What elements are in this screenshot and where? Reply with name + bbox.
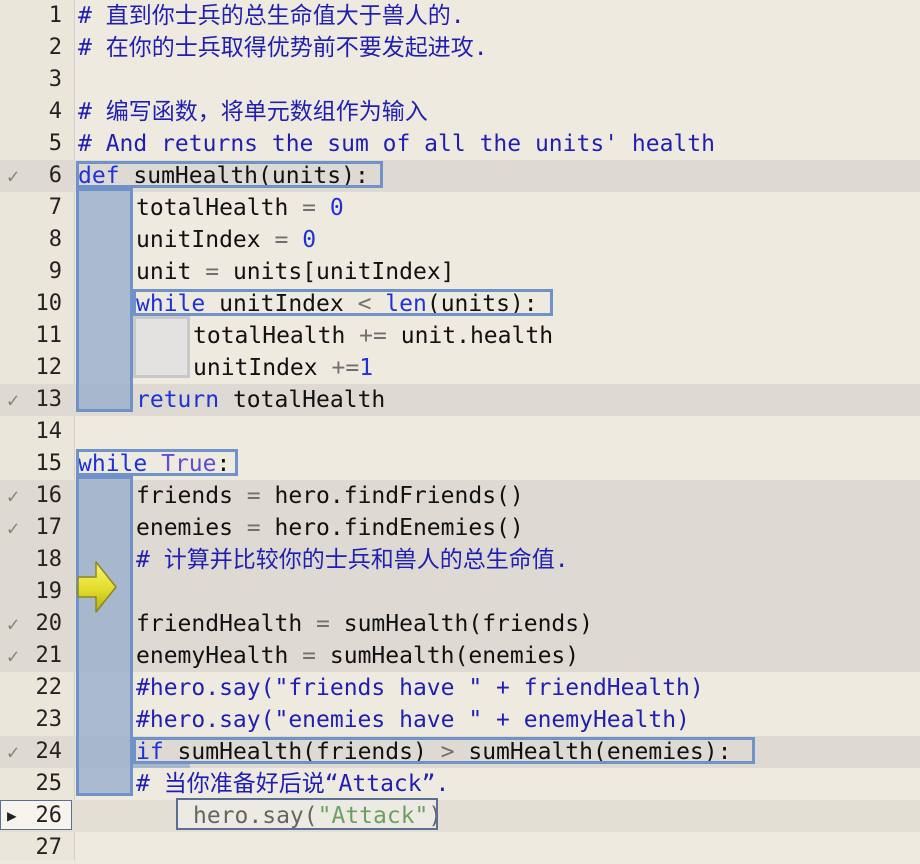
main-loop-header <box>76 449 238 476</box>
line-number: 13 <box>35 387 63 412</box>
code-line[interactable]: ✓ 20 friendHealth = sumHealth(friends) <box>0 608 920 640</box>
code-line[interactable]: 27 <box>0 832 920 864</box>
line-number: 25 <box>35 771 63 796</box>
line-number: 27 <box>35 835 63 860</box>
line-number: 19 <box>35 579 63 604</box>
line-code[interactable]: unitIndex = 0 <box>136 225 316 255</box>
line-code[interactable]: enemyHealth = sumHealth(enemies) <box>136 641 579 671</box>
line-number: 18 <box>35 547 63 572</box>
line-number: 8 <box>48 227 62 252</box>
current-statement-box <box>176 798 438 830</box>
line-code[interactable]: # 当你准备好后说“Attack”. <box>136 769 449 799</box>
code-line[interactable]: 4 # 编写函数，将单元数组作为输入 <box>0 96 920 128</box>
line-number: 21 <box>35 643 63 668</box>
line-code[interactable]: unit = units[unitIndex] <box>136 257 455 287</box>
line-number: 6 <box>48 163 62 188</box>
code-line[interactable]: ✓ 16 friends = hero.findFriends() <box>0 480 920 512</box>
line-number: 3 <box>48 67 62 92</box>
code-line[interactable]: ▶ 26 hero.say("Attack") <box>0 800 920 832</box>
line-number: 2 <box>48 35 62 60</box>
line-number: 7 <box>48 195 62 220</box>
line-number: 12 <box>35 355 63 380</box>
code-line[interactable]: 19 <box>0 576 920 608</box>
line-number: 26 <box>35 803 63 828</box>
yellow-arrow-icon <box>76 558 118 620</box>
def-block-header <box>76 161 383 188</box>
line-code[interactable]: # 直到你士兵的总生命值大于兽人的. <box>78 1 465 31</box>
line-code[interactable]: # 在你的士兵取得优势前不要发起进攻. <box>78 33 488 63</box>
code-line[interactable]: 14 <box>0 416 920 448</box>
line-code[interactable]: # 编写函数，将单元数组作为输入 <box>78 97 428 127</box>
line-number: 1 <box>48 3 62 28</box>
line-code[interactable]: totalHealth += unit.health <box>193 321 553 351</box>
code-line[interactable]: 8 unitIndex = 0 <box>0 224 920 256</box>
if-block-header <box>133 737 755 764</box>
code-line[interactable]: 1 # 直到你士兵的总生命值大于兽人的. <box>0 0 920 32</box>
line-code[interactable]: enemies = hero.findEnemies() <box>136 513 524 543</box>
code-editor[interactable]: 1 # 直到你士兵的总生命值大于兽人的. 2 # 在你的士兵取得优势前不要发起进攻. 3… <box>0 0 920 860</box>
while-body-bar <box>133 316 190 378</box>
line-number: 20 <box>35 611 63 636</box>
code-line[interactable]: 7 totalHealth = 0 <box>0 192 920 224</box>
code-line[interactable]: 9 unit = units[unitIndex] <box>0 256 920 288</box>
if-body-bar <box>133 764 190 768</box>
code-line[interactable]: 25 # 当你准备好后说“Attack”. <box>0 768 920 800</box>
line-code[interactable]: unitIndex +=1 <box>193 353 373 383</box>
line-number: 14 <box>35 419 63 444</box>
line-number: 17 <box>35 515 63 540</box>
line-number: 10 <box>35 291 63 316</box>
line-code[interactable]: #hero.say("friends have " + friendHealth… <box>136 673 704 703</box>
line-code[interactable]: # And returns the sum of all the units' … <box>78 129 715 159</box>
line-number: 15 <box>35 451 63 476</box>
main-loop-bar <box>76 476 133 796</box>
def-body-bar <box>76 188 133 412</box>
line-number: 24 <box>35 739 63 764</box>
code-line[interactable]: 2 # 在你的士兵取得优势前不要发起进攻. <box>0 32 920 64</box>
code-line[interactable]: ✓ 13 return totalHealth <box>0 384 920 416</box>
code-line[interactable]: 23 #hero.say("enemies have " + enemyHealt… <box>0 704 920 736</box>
code-line[interactable]: 3 <box>0 64 920 96</box>
code-line[interactable]: 22 #hero.say("friends have " + friendHeal… <box>0 672 920 704</box>
code-line[interactable]: 18 # 计算并比较你的士兵和兽人的总生命值. <box>0 544 920 576</box>
line-code[interactable]: # 计算并比较你的士兵和兽人的总生命值. <box>136 545 569 575</box>
line-code[interactable]: totalHealth = 0 <box>136 193 344 223</box>
line-code[interactable]: #hero.say("enemies have " + enemyHealth) <box>136 705 690 735</box>
line-code[interactable]: friendHealth = sumHealth(friends) <box>136 609 593 639</box>
while-block-header <box>133 289 553 316</box>
code-line[interactable]: 5 # And returns the sum of all the units'… <box>0 128 920 160</box>
line-number: 22 <box>35 675 63 700</box>
line-number: 4 <box>48 99 62 124</box>
line-number: 9 <box>48 259 62 284</box>
line-code[interactable]: return totalHealth <box>136 385 385 415</box>
code-line[interactable]: ✓ 21 enemyHealth = sumHealth(enemies) <box>0 640 920 672</box>
line-code[interactable]: friends = hero.findFriends() <box>136 481 524 511</box>
line-number: 16 <box>35 483 63 508</box>
line-number: 11 <box>35 323 63 348</box>
code-line[interactable]: ✓ 17 enemies = hero.findEnemies() <box>0 512 920 544</box>
line-number: 5 <box>48 131 62 156</box>
line-number: 23 <box>35 707 63 732</box>
